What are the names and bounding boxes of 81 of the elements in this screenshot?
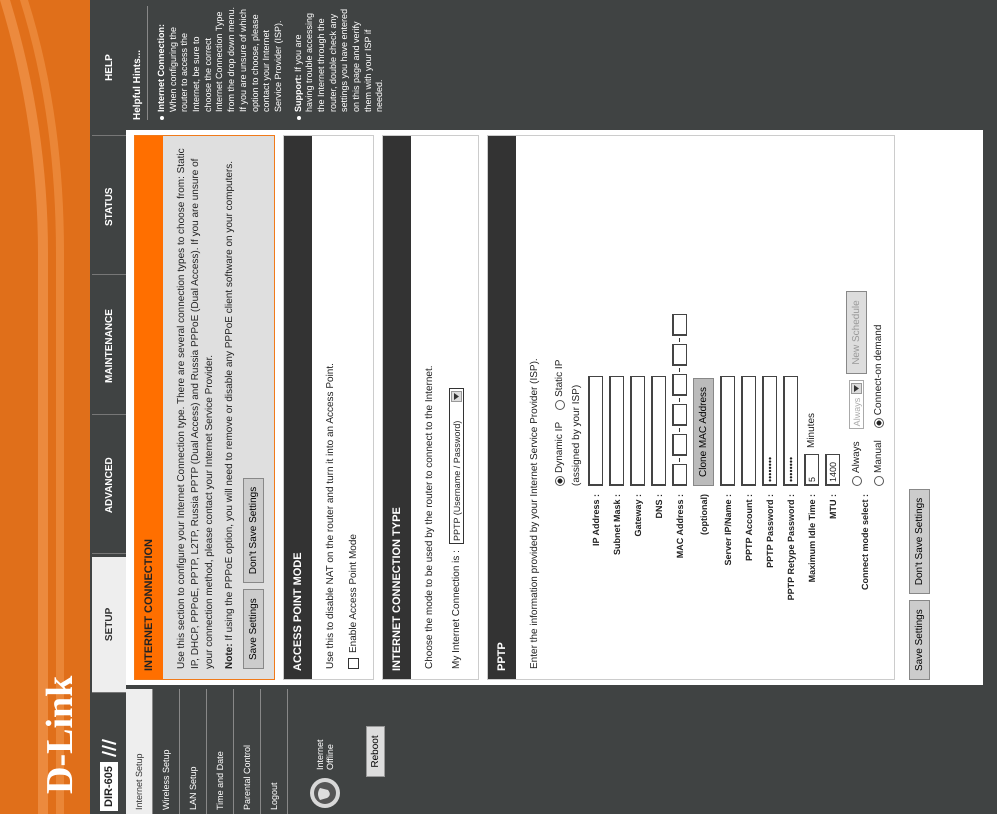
button[interactable]: Don't Save Settings — [909, 488, 930, 594]
input-field[interactable] — [672, 374, 687, 396]
unit-label: Minutes — [806, 412, 817, 448]
sidebar-item[interactable]: Parental Control — [234, 689, 261, 814]
paragraph: Note: If using the PPPoE option, you will need to remove or disable any PPPoE client software on your computers. — [223, 160, 236, 669]
input-field[interactable] — [672, 464, 687, 486]
dash-separator — [679, 458, 680, 462]
dropdown[interactable]: PPTP (Username / Password) — [449, 388, 464, 544]
radio-label: Connect-on demand — [873, 324, 884, 416]
field-label: My Internet Connection is : — [451, 550, 462, 669]
field-label: DNS : — [654, 494, 664, 518]
sidebar-item[interactable]: Wireless Setup — [153, 689, 180, 814]
slash-marks-icon — [100, 736, 118, 758]
dropdown-arrow-icon[interactable] — [451, 391, 462, 402]
field-label: MAC Address : — [674, 494, 684, 558]
field-label: Server IP/Name : — [722, 494, 732, 566]
checkbox-label: Enable Access Point Mode — [348, 534, 359, 653]
section-title: ACCESS POINT MODE — [284, 136, 312, 679]
help-text: Internet Connection: When configuring the router to access the Internet, be sure to choose the correct Internet Connection Type from the drop down menu. If you are unsure of which option to choose, please contact your Internet Service Provider (ISP). — [156, 6, 284, 112]
input-field[interactable]: 5 — [804, 454, 819, 486]
input-field[interactable] — [672, 404, 687, 426]
sidebar-item[interactable]: Time and Date — [207, 689, 234, 814]
input-field[interactable] — [651, 376, 666, 486]
sidebar-item[interactable]: LAN Setup — [180, 689, 207, 814]
field-label: Maximum Idle Time : — [806, 494, 816, 582]
sidebar-item[interactable]: Logout — [261, 689, 288, 814]
hint-text: (optional) — [698, 494, 708, 535]
input-field[interactable] — [720, 376, 735, 486]
dash-separator — [679, 428, 680, 432]
input-field[interactable]: 1400 — [825, 454, 840, 486]
radio-label: Dynamic IP — [554, 422, 565, 473]
radio-button[interactable] — [874, 476, 884, 486]
section-title: INTERNET CONNECTION — [135, 136, 163, 679]
field-label: MTU : — [828, 494, 838, 519]
paragraph: Use this to disable NAT on the router and turn it into an Access Point. — [324, 362, 337, 669]
radio-button[interactable] — [874, 418, 884, 428]
button[interactable]: Save Settings — [243, 589, 264, 669]
input-field[interactable]: •••••••• — [783, 376, 798, 486]
input-field[interactable]: •••••••• — [762, 376, 777, 486]
radio-button[interactable] — [852, 476, 862, 486]
logo: D-Link — [38, 676, 82, 794]
input-field[interactable] — [672, 314, 687, 336]
field-label: PPTP Password : — [764, 494, 774, 568]
input-field[interactable] — [672, 344, 687, 366]
radio-label: Static IP — [554, 360, 565, 397]
globe-icon — [308, 776, 342, 810]
help-title: Helpful Hints... — [132, 6, 148, 120]
nav-tab[interactable]: SETUP — [92, 556, 126, 693]
input-field[interactable] — [741, 376, 756, 486]
dash-separator — [679, 368, 680, 372]
section-title: INTERNET CONNECTION TYPE — [383, 136, 411, 679]
field-label: Subnet Mask : — [612, 494, 622, 556]
section-title: PPTP — [488, 136, 516, 679]
field-label: Gateway : — [632, 494, 642, 537]
connection-status: Internet Offline — [315, 738, 335, 770]
dash-separator — [679, 338, 680, 342]
radio-button[interactable] — [554, 476, 564, 486]
paragraph: Use this section to configure your Internet Connection type. There are several connection types to choose from: Static IP, DHCP, PPPoE, PPTP, L2TP, Russia PPTP (Dual Access) and Russia PPPoE (Dual Access). If you are unsure of your connection method, please contact your Internet Service Provider. — [175, 147, 216, 669]
field-label: PPTP Account : — [744, 494, 754, 562]
paragraph: Enter the information provided by your Internet Service Provider (ISP). — [528, 357, 541, 669]
hint-text: (assigned by your ISP) — [571, 384, 582, 486]
paragraph: Choose the mode to be used by the router to connect to the Internet. — [423, 364, 436, 669]
radio-button[interactable] — [554, 400, 564, 410]
sidebar-item[interactable]: Internet Setup — [126, 689, 153, 814]
radio-label: Manual — [873, 440, 884, 473]
bullet-icon — [296, 116, 301, 120]
button[interactable]: Save Settings — [909, 600, 930, 680]
reboot-button[interactable]: Reboot — [366, 726, 385, 777]
field-label: PPTP Retype Password : — [786, 494, 796, 600]
input-field[interactable] — [588, 376, 603, 486]
button[interactable]: Don't Save Settings — [243, 478, 264, 584]
checkbox[interactable] — [348, 658, 359, 669]
radio-label: Always — [851, 441, 862, 473]
field-label: Connect mode select : — [860, 494, 870, 590]
bullet-icon — [160, 116, 164, 120]
clone-mac-button[interactable]: Clone MAC Address — [693, 378, 714, 486]
input-field[interactable] — [609, 376, 624, 486]
input-field[interactable] — [672, 434, 687, 456]
input-field[interactable] — [630, 376, 645, 486]
dash-separator — [679, 398, 680, 402]
field-label: IP Address : — [590, 494, 600, 546]
